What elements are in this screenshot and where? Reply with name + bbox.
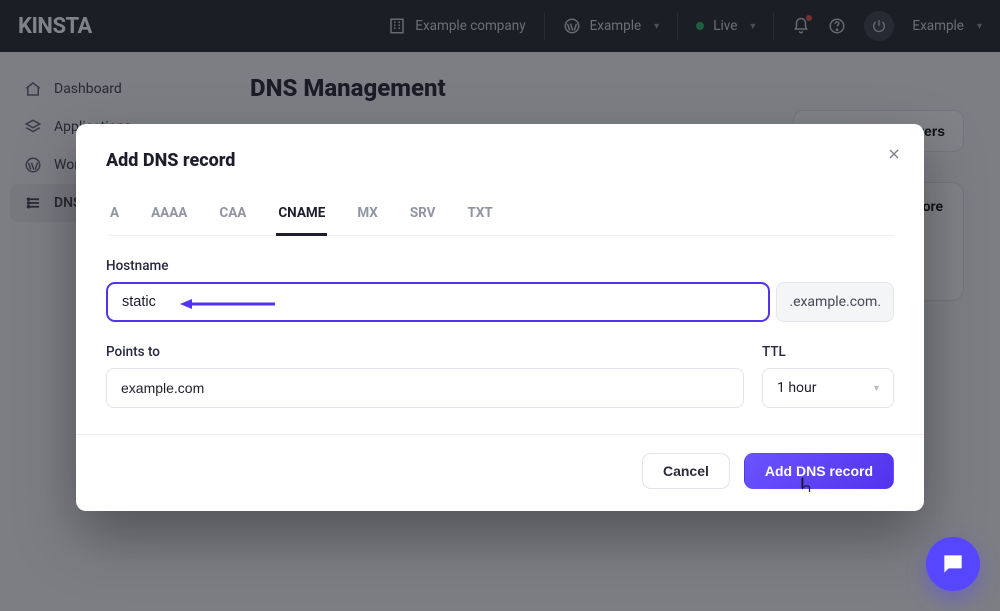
chat-launcher[interactable] <box>926 537 980 591</box>
add-dns-record-modal: Add DNS record A AAAA CAA CNAME MX SRV T… <box>76 124 924 511</box>
tab-srv[interactable]: SRV <box>408 197 438 235</box>
tab-mx[interactable]: MX <box>355 197 380 235</box>
annotation-arrow-icon <box>180 296 276 315</box>
ttl-value: 1 hour <box>777 380 817 396</box>
hostname-label: Hostname <box>106 258 894 274</box>
chevron-down-icon: ▾ <box>874 383 879 394</box>
tab-a[interactable]: A <box>108 197 121 235</box>
record-type-tabs: A AAAA CAA CNAME MX SRV TXT <box>108 197 894 236</box>
submit-button[interactable]: Add DNS record <box>744 453 894 489</box>
tab-txt[interactable]: TXT <box>465 197 494 235</box>
tab-aaaa[interactable]: AAAA <box>149 197 189 235</box>
hostname-suffix: .example.com. <box>776 282 894 322</box>
cancel-button[interactable]: Cancel <box>642 453 730 489</box>
cursor-icon <box>796 475 814 501</box>
modal-title: Add DNS record <box>106 150 894 171</box>
tab-caa[interactable]: CAA <box>217 197 248 235</box>
ttl-label: TTL <box>762 344 894 360</box>
close-button[interactable] <box>886 146 902 167</box>
points-to-input[interactable] <box>106 368 744 408</box>
tab-cname[interactable]: CNAME <box>276 197 327 236</box>
ttl-select[interactable]: 1 hour ▾ <box>762 368 894 408</box>
points-to-label: Points to <box>106 344 744 360</box>
